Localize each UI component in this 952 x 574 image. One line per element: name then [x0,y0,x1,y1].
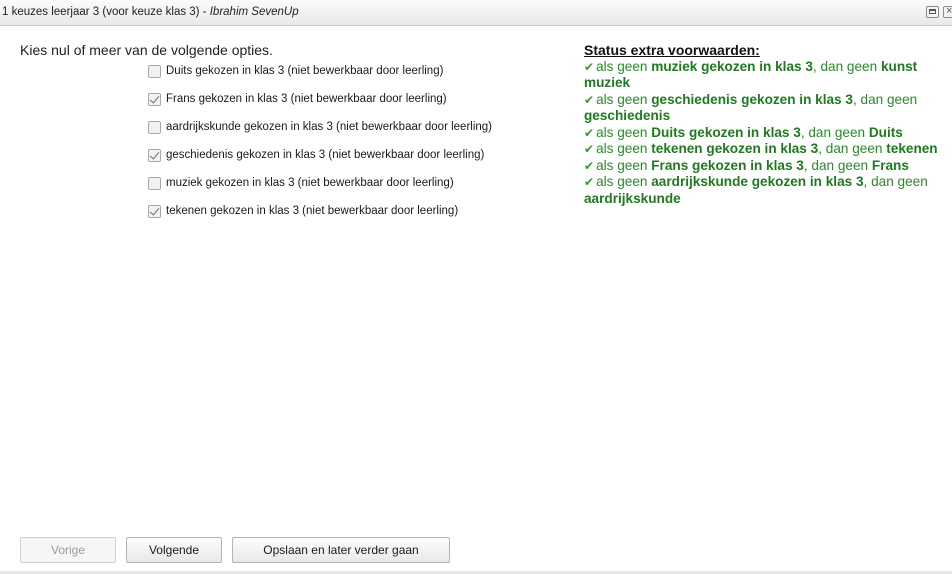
option-label: tekenen gekozen in klas 3 (niet bewerkba… [166,205,459,217]
option-frans[interactable]: Frans gekozen in klas 3 (niet bewerkbaar… [148,91,447,107]
checkbox[interactable] [148,176,161,190]
checkmark-icon: ✔ [584,175,595,189]
checkmark-icon: ✔ [584,142,595,156]
option-label: Frans gekozen in klas 3 (niet bewerkbaar… [166,93,447,105]
option-label: Duits gekozen in klas 3 (niet bewerkbaar… [166,65,444,77]
status-condition: ✔ als geen tekenen gekozen in klas 3, dan… [584,141,938,156]
status-condition: ✔ als geen aardrijkskunde gekozen in klas… [584,174,928,206]
window-title-user: Ibrahim SevenUp [209,6,299,18]
checkbox[interactable] [148,148,161,162]
prompt-text: Kies nul of meer van de volgende opties. [20,42,273,58]
option-muziek[interactable]: muziek gekozen in klas 3 (niet bewerkbaa… [148,175,454,191]
save-later-button[interactable]: Opslaan en later verder gaan [232,537,450,563]
option-label: muziek gekozen in klas 3 (niet bewerkbaa… [166,177,454,189]
checkbox[interactable] [148,120,161,134]
previous-button[interactable]: Vorige [20,537,116,563]
checkmark-icon: ✔ [584,158,595,173]
maximize-icon[interactable] [926,6,939,18]
status-condition: ✔ als geen Frans gekozen in klas 3, dan g… [584,157,909,173]
status-condition: ✔ als geen muziek gekozen in klas 3, dan … [584,58,918,91]
window-titlebar: 1 keuzes leerjaar 3 (voor keuze klas 3) … [0,0,952,26]
checkbox[interactable] [148,92,161,106]
option-label: aardrijkskunde gekozen in klas 3 (niet b… [166,121,493,133]
next-button[interactable]: Volgende [126,537,222,563]
checkmark-icon: ✔ [584,92,595,107]
option-tekenen[interactable]: tekenen gekozen in klas 3 (niet bewerkba… [148,203,458,219]
status-condition: ✔ als geen geschiedenis gekozen in klas 3… [584,91,918,124]
option-geschiedenis[interactable]: geschiedenis gekozen in klas 3 (niet bew… [148,147,484,163]
option-aardrijkskunde[interactable]: aardrijkskunde gekozen in klas 3 (niet b… [148,119,492,135]
status-heading: Status extra voorwaarden: [584,42,760,58]
checkmark-icon: ✔ [584,125,595,140]
window-title-text: 1 keuzes leerjaar 3 (voor keuze klas 3) … [2,6,210,18]
status-condition: ✔ als geen Duits gekozen in klas 3, dan g… [584,124,903,140]
window-title: 1 keuzes leerjaar 3 (voor keuze klas 3) … [2,6,299,18]
option-duits[interactable]: Duits gekozen in klas 3 (niet bewerkbaar… [148,63,443,79]
close-icon[interactable]: × [943,5,952,18]
status-panel: Status extra voorwaarden: ✔ als geen muzi… [584,42,952,207]
checkbox[interactable] [148,64,161,78]
option-label: geschiedenis gekozen in klas 3 (niet bew… [166,149,485,161]
checkbox[interactable] [148,204,161,218]
checkmark-icon: ✔ [584,59,595,74]
